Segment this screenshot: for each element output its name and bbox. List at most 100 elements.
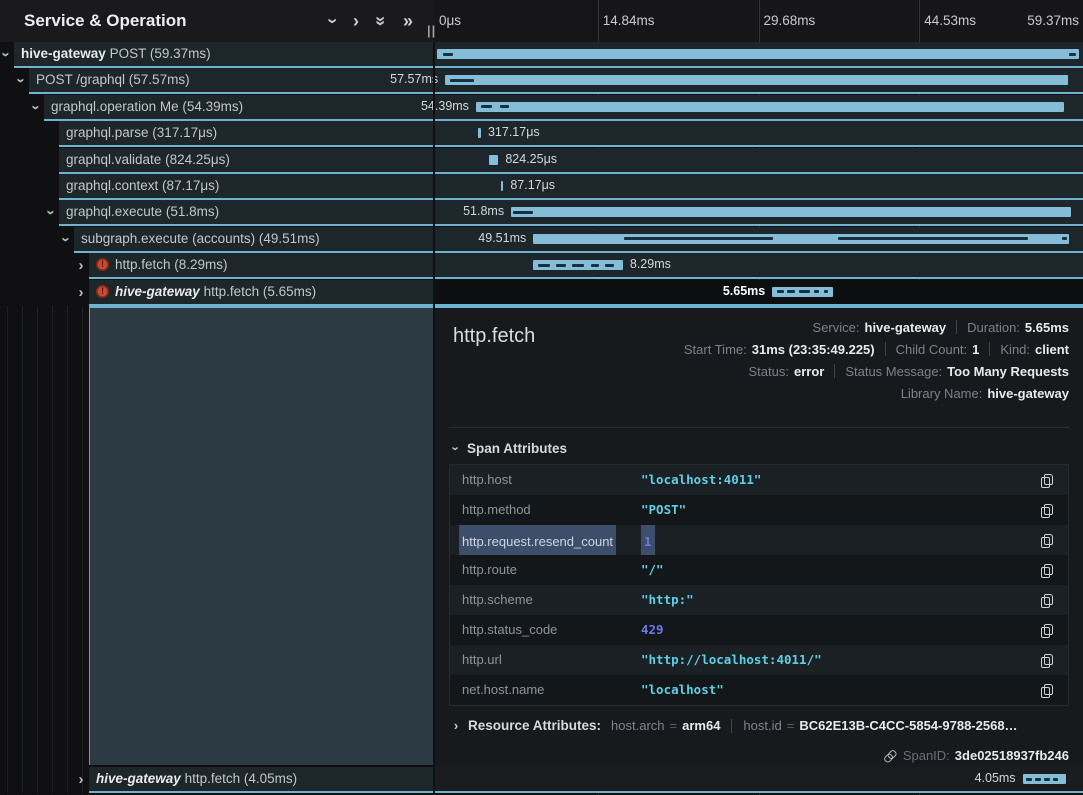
attribute-value: "http://localhost:4011/": [641, 645, 822, 675]
indent-guide: [67, 306, 68, 793]
attribute-row[interactable]: http.route "/": [450, 555, 1068, 585]
span-bar-child-marker: [777, 290, 785, 293]
span-tree-row[interactable]: ›graphql.operation Me (54.39ms): [44, 95, 433, 121]
span-bar[interactable]: [445, 75, 1068, 85]
span-operation-name: http.fetch (8.29ms): [115, 257, 228, 272]
chevron-right-icon[interactable]: ›: [353, 12, 359, 30]
span-expander-icon[interactable]: ›: [40, 208, 63, 218]
span-bar[interactable]: [772, 287, 833, 297]
attribute-row[interactable]: net.host.name "localhost": [450, 675, 1068, 705]
meta-value: hive-gateway: [987, 386, 1069, 401]
span-expander-icon[interactable]: ›: [76, 254, 86, 277]
panel-divider[interactable]: [433, 0, 435, 795]
span-tree-row[interactable]: ›http.fetch (8.29ms): [89, 253, 433, 279]
span-expander-icon[interactable]: ›: [10, 76, 33, 86]
timeline-row[interactable]: [435, 121, 1083, 147]
attribute-row[interactable]: http.method "POST": [450, 495, 1068, 525]
copy-icon[interactable]: [1041, 684, 1052, 697]
span-expander-icon[interactable]: ›: [55, 234, 78, 244]
meta-line: Status:errorStatus Message:Too Many Requ…: [469, 360, 1069, 382]
tree-panel-header: Service & Operation › › » »: [0, 0, 435, 42]
span-tree-row[interactable]: ›hive-gateway http.fetch (5.65ms): [89, 280, 433, 306]
span-expander-icon[interactable]: ›: [25, 102, 48, 112]
span-bar-child-marker: [605, 264, 615, 267]
attribute-row[interactable]: http.status_code 429: [450, 615, 1068, 645]
attribute-key: http.route: [462, 555, 517, 585]
meta-line: Service:hive-gatewayDuration:5.65ms: [469, 316, 1069, 338]
span-operation-name: http.fetch (5.65ms): [204, 284, 317, 299]
tree-panel-title: Service & Operation: [24, 11, 187, 31]
attribute-key: http.status_code: [462, 615, 557, 645]
copy-icon[interactable]: [1041, 474, 1052, 487]
span-bar[interactable]: [489, 155, 498, 165]
span-operation-name: graphql.operation Me (54.39ms): [51, 99, 243, 114]
attribute-row[interactable]: http.host "localhost:4011": [450, 465, 1068, 495]
double-chevron-right-icon[interactable]: »: [403, 12, 413, 30]
chevron-down-icon[interactable]: ›: [324, 18, 342, 24]
span-id-value: 3de02518937fb246: [955, 748, 1069, 763]
timeline-row[interactable]: [435, 253, 1083, 279]
span-tree-row[interactable]: ›subgraph.execute (accounts) (49.51ms): [74, 227, 433, 253]
span-expander-icon[interactable]: ›: [76, 768, 86, 791]
span-expander-icon[interactable]: ›: [0, 50, 18, 60]
error-icon: [96, 285, 109, 298]
span-operation-name: subgraph.execute (accounts) (49.51ms): [81, 231, 320, 246]
span-bar-child-marker: [1044, 778, 1049, 781]
resource-attributes-row[interactable]: ›Resource Attributes: host.arch=arm64hos…: [451, 718, 1018, 733]
axis-tick-label: 59.37ms: [1027, 13, 1079, 28]
span-attributes-table: http.host "localhost:4011" http.method "…: [449, 464, 1069, 706]
span-bar-child-marker: [572, 264, 584, 267]
timeline-row[interactable]: [435, 174, 1083, 200]
span-bar[interactable]: [1023, 774, 1067, 784]
span-bar-child-marker: [591, 264, 600, 267]
span-bar[interactable]: [476, 102, 1064, 112]
span-bar-child-marker: [1035, 778, 1041, 781]
span-service-name: hive-gateway: [21, 46, 106, 61]
span-bar[interactable]: [437, 49, 1079, 59]
axis-tick-label: 29.68ms: [764, 13, 816, 28]
span-tree-row[interactable]: graphql.validate (824.25μs): [59, 148, 433, 174]
span-bar-child-marker: [1026, 778, 1031, 781]
copy-icon[interactable]: [1041, 564, 1052, 577]
copy-icon[interactable]: [1041, 624, 1052, 637]
copy-icon[interactable]: [1041, 504, 1052, 517]
copy-icon[interactable]: [1041, 654, 1052, 667]
link-icon[interactable]: [881, 746, 899, 764]
span-operation-name: graphql.context (87.17μs): [66, 178, 219, 193]
axis-gridline: [759, 0, 760, 42]
copy-icon[interactable]: [1041, 534, 1052, 547]
panel-resize-handle[interactable]: ||: [427, 23, 436, 38]
timeline-row[interactable]: [435, 767, 1083, 793]
span-tree-row[interactable]: graphql.context (87.17μs): [59, 174, 433, 200]
span-id-row: SpanID: 3de02518937fb246: [883, 748, 1069, 763]
span-tree-row[interactable]: ›graphql.execute (51.8ms): [59, 200, 433, 226]
span-tree-row[interactable]: ›hive-gateway POST (59.37ms): [14, 42, 433, 68]
indent-guide: [22, 306, 23, 793]
attribute-row[interactable]: http.request.resend_count 1: [450, 525, 1068, 555]
span-bar-child-marker: [814, 290, 819, 293]
attribute-row[interactable]: http.scheme "http:": [450, 585, 1068, 615]
span-expander-icon[interactable]: ›: [76, 281, 86, 304]
meta-label: Duration:: [967, 320, 1020, 335]
meta-value: error: [794, 364, 824, 379]
span-bar[interactable]: [511, 207, 1071, 217]
meta-separator: [834, 364, 835, 378]
span-operation-name: http.fetch (4.05ms): [185, 771, 298, 786]
attribute-key: net.host.name: [462, 675, 544, 705]
timeline-row[interactable]: [435, 280, 1083, 306]
span-attributes-toggle[interactable]: ›Span Attributes: [451, 441, 567, 456]
span-bar[interactable]: [478, 128, 481, 138]
span-tree-row[interactable]: ›POST /graphql (57.57ms): [29, 68, 433, 94]
span-tree-row[interactable]: graphql.parse (317.17μs): [59, 121, 433, 147]
meta-label: Start Time:: [684, 342, 747, 357]
copy-icon[interactable]: [1041, 594, 1052, 607]
double-chevron-down-icon[interactable]: »: [372, 16, 390, 26]
span-bar[interactable]: [533, 234, 1068, 244]
meta-value: 1: [972, 342, 979, 357]
span-bar[interactable]: [533, 260, 623, 270]
timeline-row[interactable]: [435, 148, 1083, 174]
meta-line: Library Name:hive-gateway: [469, 382, 1069, 404]
span-bar-child-marker: [1069, 53, 1075, 56]
span-tree-row[interactable]: ›hive-gateway http.fetch (4.05ms): [89, 767, 433, 793]
attribute-row[interactable]: http.url "http://localhost:4011/": [450, 645, 1068, 675]
